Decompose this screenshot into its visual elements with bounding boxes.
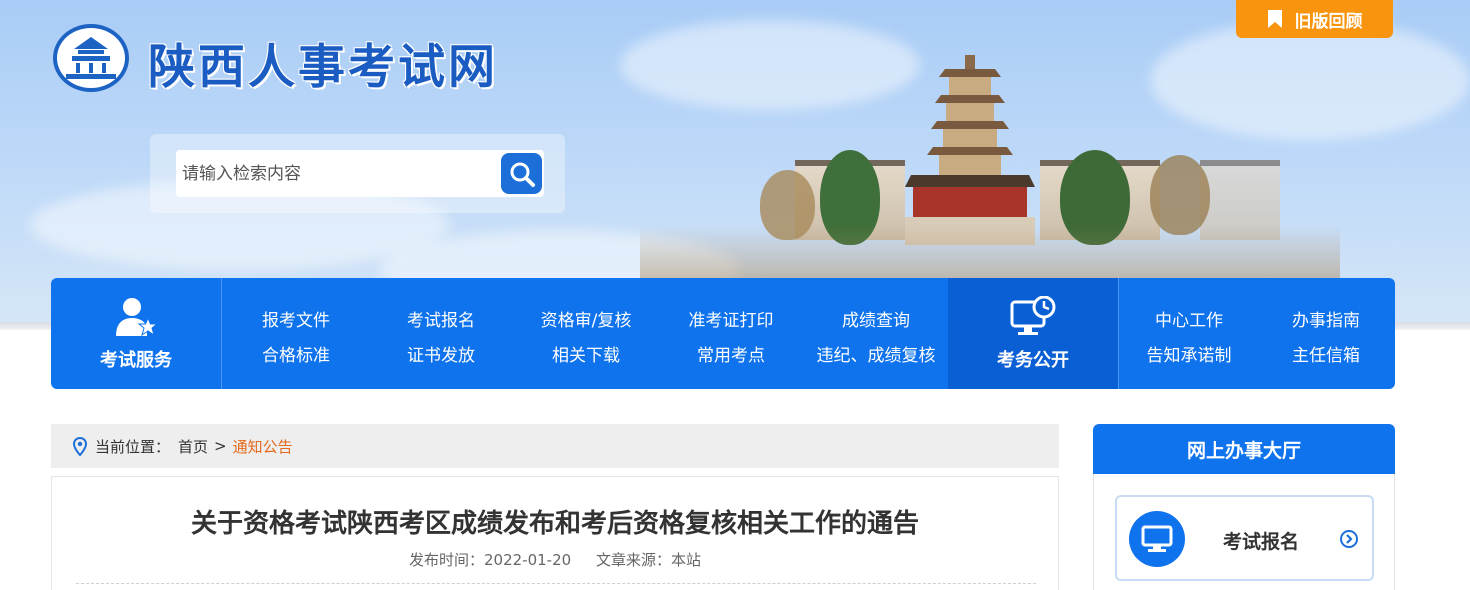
main-nav: 考试服务 报考文件 考试报名 资格审/复核 准考证打印 成绩查询 合格标准 证书… — [51, 278, 1395, 389]
search-input[interactable] — [176, 150, 494, 197]
affairs-label: 考务公开 — [997, 349, 1069, 371]
nav-link-banshi-zhinan[interactable]: 办事指南 — [1251, 306, 1395, 331]
nav-link-changyong-kaodian[interactable]: 常用考点 — [656, 341, 806, 366]
nav-link-zhunkaozheng[interactable]: 准考证打印 — [656, 306, 806, 331]
breadcrumb-separator: > — [214, 437, 227, 455]
chevron-circle-right-icon — [1339, 529, 1359, 553]
exam-service-label: 考试服务 — [100, 349, 172, 371]
bookmark-icon — [1267, 10, 1282, 28]
old-version-button[interactable]: 旧版回顾 — [1236, 0, 1393, 38]
article-meta: 发布时间：2022-01-20 文章来源：本站 — [52, 549, 1058, 570]
nav-divider — [221, 278, 222, 389]
exam-service-block[interactable]: 考试服务 — [51, 278, 221, 389]
exam-registration-label: 考试报名 — [1223, 531, 1300, 553]
search-button[interactable] — [501, 153, 542, 194]
nav-link-kaoshi-baoming[interactable]: 考试报名 — [366, 306, 516, 331]
source-info: 文章来源：本站 — [596, 551, 701, 569]
breadcrumb-prefix: 当前位置： — [95, 437, 171, 456]
nav-link-gaozhi-chengnuo[interactable]: 告知承诺制 — [1114, 341, 1264, 366]
nav-link-hege-biaozhun[interactable]: 合格标准 — [221, 341, 371, 366]
nav-link-chengji-chaxun[interactable]: 成绩查询 — [801, 306, 951, 331]
nav-link-zhengshu-fafang[interactable]: 证书发放 — [366, 341, 516, 366]
affairs-block[interactable]: 考务公开 — [948, 278, 1118, 389]
breadcrumb-current-link[interactable]: 通知公告 — [233, 436, 293, 457]
location-pin-icon — [73, 436, 87, 456]
pagoda-illustration — [905, 55, 1035, 245]
site-title[interactable]: 陕西人事考试网 — [148, 28, 498, 95]
article-divider — [76, 583, 1036, 584]
nav-link-zhuren-xinxiang[interactable]: 主任信箱 — [1251, 341, 1395, 366]
nav-link-xiangguan-xiazai[interactable]: 相关下载 — [511, 341, 661, 366]
old-version-label: 旧版回顾 — [1294, 11, 1363, 32]
publish-label: 发布时间： — [408, 551, 484, 569]
nav-divider — [1118, 278, 1119, 389]
magnifier-icon — [510, 162, 535, 187]
breadcrumb-home-link[interactable]: 首页 — [178, 436, 208, 457]
user-star-icon — [116, 297, 158, 336]
source-label: 文章来源： — [595, 551, 671, 569]
publish-info: 发布时间：2022-01-20 — [409, 551, 571, 569]
nav-link-zhongxin-gongzuo[interactable]: 中心工作 — [1114, 306, 1264, 331]
monitor-icon — [1129, 511, 1185, 567]
online-hall-title: 网上办事大厅 — [1093, 424, 1395, 474]
monitor-clock-icon — [1010, 295, 1056, 335]
pagoda-emblem-icon — [66, 37, 116, 79]
nav-link-baokao-wenjian[interactable]: 报考文件 — [221, 306, 371, 331]
publish-date: 2022-01-20 — [484, 551, 572, 569]
article-panel: 关于资格考试陕西考区成绩发布和考后资格复核相关工作的通告 发布时间：2022-0… — [51, 476, 1059, 590]
exam-registration-card[interactable]: 考试报名 — [1115, 495, 1374, 581]
nav-link-weiji-fuhe[interactable]: 违纪、成绩复核 — [801, 341, 951, 366]
logo-emblem-icon[interactable] — [53, 24, 129, 92]
source-value: 本站 — [670, 551, 701, 569]
article-title: 关于资格考试陕西考区成绩发布和考后资格复核相关工作的通告 — [190, 509, 919, 539]
breadcrumb: 当前位置： 首页 > 通知公告 — [51, 424, 1059, 468]
nav-link-zige-shen[interactable]: 资格审/复核 — [511, 306, 661, 331]
